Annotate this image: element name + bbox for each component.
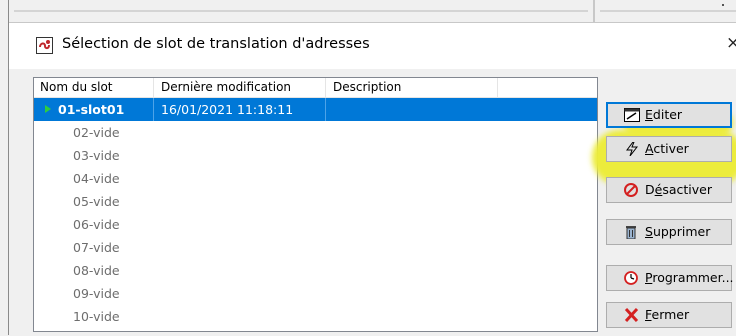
deactivate-label: Désactiver	[645, 182, 712, 197]
column-header-name[interactable]: Nom du slot	[40, 78, 113, 97]
background-left-strip	[0, 0, 9, 335]
list-header: Nom du slot Dernière modification Descri…	[34, 78, 597, 98]
table-row-selected[interactable]: 01-slot01 16/01/2021 11:18:11	[34, 98, 597, 121]
cell-divider	[153, 98, 154, 121]
slot-name: 07-vide	[73, 240, 120, 255]
activate-button[interactable]: Activer	[606, 136, 732, 162]
slot-list[interactable]: Nom du slot Dernière modification Descri…	[33, 77, 598, 332]
slot-selection-dialog: Sélection de slot de translation d'adres…	[9, 22, 736, 336]
dialog-client-area: Nom du slot Dernière modification Descri…	[9, 69, 736, 336]
slot-name: 10-vide	[73, 309, 120, 324]
slot-name: 03-vide	[73, 148, 120, 163]
background-separator	[593, 0, 595, 22]
trash-icon	[626, 226, 636, 239]
table-row[interactable]: 10-vide	[34, 305, 597, 328]
delete-button[interactable]: Supprimer	[606, 219, 732, 245]
close-button[interactable]: Fermer	[606, 302, 732, 328]
deactivate-button[interactable]: Désactiver	[606, 177, 732, 203]
schedule-label: Programmer...	[645, 270, 734, 285]
activate-label: Activer	[645, 141, 689, 156]
slot-name: 06-vide	[73, 217, 120, 232]
edit-button[interactable]: Editer	[606, 102, 732, 128]
slot-modified: 16/01/2021 11:18:11	[161, 102, 294, 117]
schedule-button[interactable]: Programmer...	[606, 265, 734, 291]
delete-label: Supprimer	[645, 224, 711, 239]
table-row[interactable]: 03-vide	[34, 144, 597, 167]
column-divider[interactable]	[497, 78, 498, 97]
background-dot	[722, 4, 724, 6]
dialog-titlebar: Sélection de slot de translation d'adres…	[9, 23, 736, 69]
lightning-icon	[626, 142, 639, 156]
table-row[interactable]: 02-vide	[34, 121, 597, 144]
table-row[interactable]: 04-vide	[34, 167, 597, 190]
dialog-title: Sélection de slot de translation d'adres…	[62, 36, 370, 52]
column-header-modified[interactable]: Dernière modification	[161, 78, 291, 97]
slot-name: 09-vide	[73, 286, 120, 301]
background-divider	[14, 10, 588, 12]
clock-icon	[624, 271, 638, 285]
close-label: Fermer	[645, 307, 690, 322]
table-row[interactable]: 05-vide	[34, 190, 597, 213]
slot-name: 01-slot01	[58, 102, 125, 117]
table-row[interactable]: 07-vide	[34, 236, 597, 259]
table-row[interactable]: 08-vide	[34, 259, 597, 282]
close-icon[interactable]: ×	[726, 33, 736, 53]
red-x-icon	[624, 308, 639, 322]
edit-icon	[624, 108, 640, 122]
cell-divider	[325, 98, 326, 121]
column-header-description[interactable]: Description	[333, 78, 401, 97]
table-row[interactable]: 09-vide	[34, 282, 597, 305]
table-row[interactable]: 06-vide	[34, 213, 597, 236]
no-entry-icon	[624, 183, 638, 197]
slot-name: 05-vide	[73, 194, 120, 209]
edit-label: Editer	[645, 107, 683, 122]
background-divider	[600, 10, 736, 12]
slot-name: 08-vide	[73, 263, 120, 278]
column-divider[interactable]	[153, 78, 154, 97]
column-divider[interactable]	[325, 78, 326, 97]
slot-name: 04-vide	[73, 171, 120, 186]
play-icon	[45, 105, 51, 113]
slot-name: 02-vide	[73, 125, 120, 140]
app-icon	[36, 37, 53, 54]
